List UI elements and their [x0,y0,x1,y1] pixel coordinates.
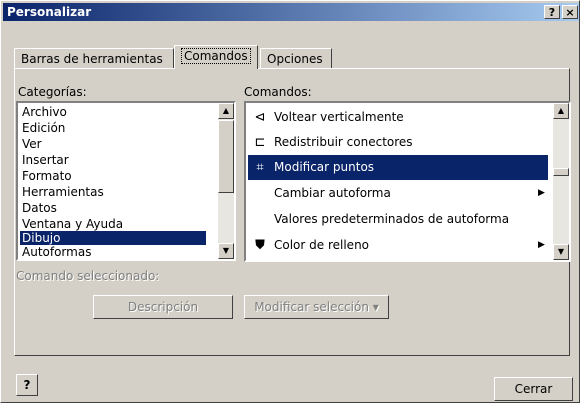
category-item[interactable]: Ver [20,137,206,151]
commands-scrollbar[interactable]: ▲ ▼ [553,103,569,260]
command-item[interactable]: ⛊ Color de relleno ▶ [248,233,548,258]
close-title-button[interactable]: × [562,5,578,19]
tab-toolbars[interactable]: Barras de herramientas [14,48,174,68]
title-bar: Personalizar ? × [3,3,579,21]
submenu-arrow-icon: ▶ [538,240,545,250]
scroll-thumb[interactable] [218,120,234,193]
command-item[interactable]: ⊏ Redistribuir conectores [248,130,548,155]
command-item[interactable]: Valores predeterminados de autoforma [248,207,548,232]
commands-list[interactable]: ⊲ Voltear verticalmente ⊏ Redistribuir c… [244,101,571,262]
help-icon[interactable]: ? [16,374,38,396]
category-item[interactable]: Datos [20,201,206,215]
category-item[interactable]: Formato [20,169,206,183]
tab-commands[interactable]: Comandos [174,45,258,69]
category-item[interactable]: Ventana y Ayuda [20,217,206,231]
commands-label: Comandos: [244,85,312,99]
tab-commands-label: Comandos [181,48,251,64]
command-label: Voltear verticalmente [274,110,404,124]
command-label: Color de relleno [274,238,370,252]
customize-dialog: Personalizar ? × Barras de herramientas … [0,0,580,403]
scroll-down-icon[interactable]: ▼ [218,243,234,259]
description-button[interactable]: Descripción [93,295,233,319]
category-item[interactable]: Autoformas [20,245,206,259]
command-label: Valores predeterminados de autoforma [274,212,510,226]
command-item[interactable]: ⊲ Voltear verticalmente [248,105,548,130]
fill-color-icon: ⛊ [255,238,265,253]
scroll-up-icon[interactable]: ▲ [553,103,569,119]
categories-list[interactable]: Archivo Edición Ver Insertar Formato Her… [16,101,236,261]
categories-label: Categorías: [18,85,87,99]
command-label: Cambiar autoforma [274,186,391,200]
command-label: Modificar puntos [274,160,375,174]
tab-toolbars-label: Barras de herramientas [21,52,163,66]
category-item[interactable]: Edición [20,121,206,135]
categories-scrollbar[interactable]: ▲ ▼ [218,103,234,259]
tab-options-label: Opciones [267,52,323,66]
category-item[interactable]: Herramientas [20,185,206,199]
command-item-selected[interactable]: ⌗ Modificar puntos [248,155,548,180]
flip-vertical-icon: ⊲ [254,110,266,125]
category-item[interactable]: Insertar [20,153,206,167]
edit-points-icon: ⌗ [256,160,264,175]
selected-command-label: Comando seleccionado: [16,269,160,283]
scroll-up-icon[interactable]: ▲ [218,103,234,119]
command-label: Redistribuir conectores [274,135,413,149]
scroll-thumb[interactable] [553,168,569,176]
close-button[interactable]: Cerrar [494,377,573,401]
category-item-selected[interactable]: Dibujo [20,231,206,245]
scroll-down-icon[interactable]: ▼ [553,244,569,260]
submenu-arrow-icon: ▶ [538,188,545,198]
category-item[interactable]: Archivo [20,105,206,119]
reroute-connectors-icon: ⊏ [254,135,266,150]
tab-options[interactable]: Opciones [260,48,332,68]
help-title-button[interactable]: ? [544,5,560,19]
modify-selection-button[interactable]: Modificar selección ▾ [244,295,389,319]
command-item[interactable]: Cambiar autoforma ▶ [248,181,548,206]
window-title: Personalizar [7,5,92,19]
